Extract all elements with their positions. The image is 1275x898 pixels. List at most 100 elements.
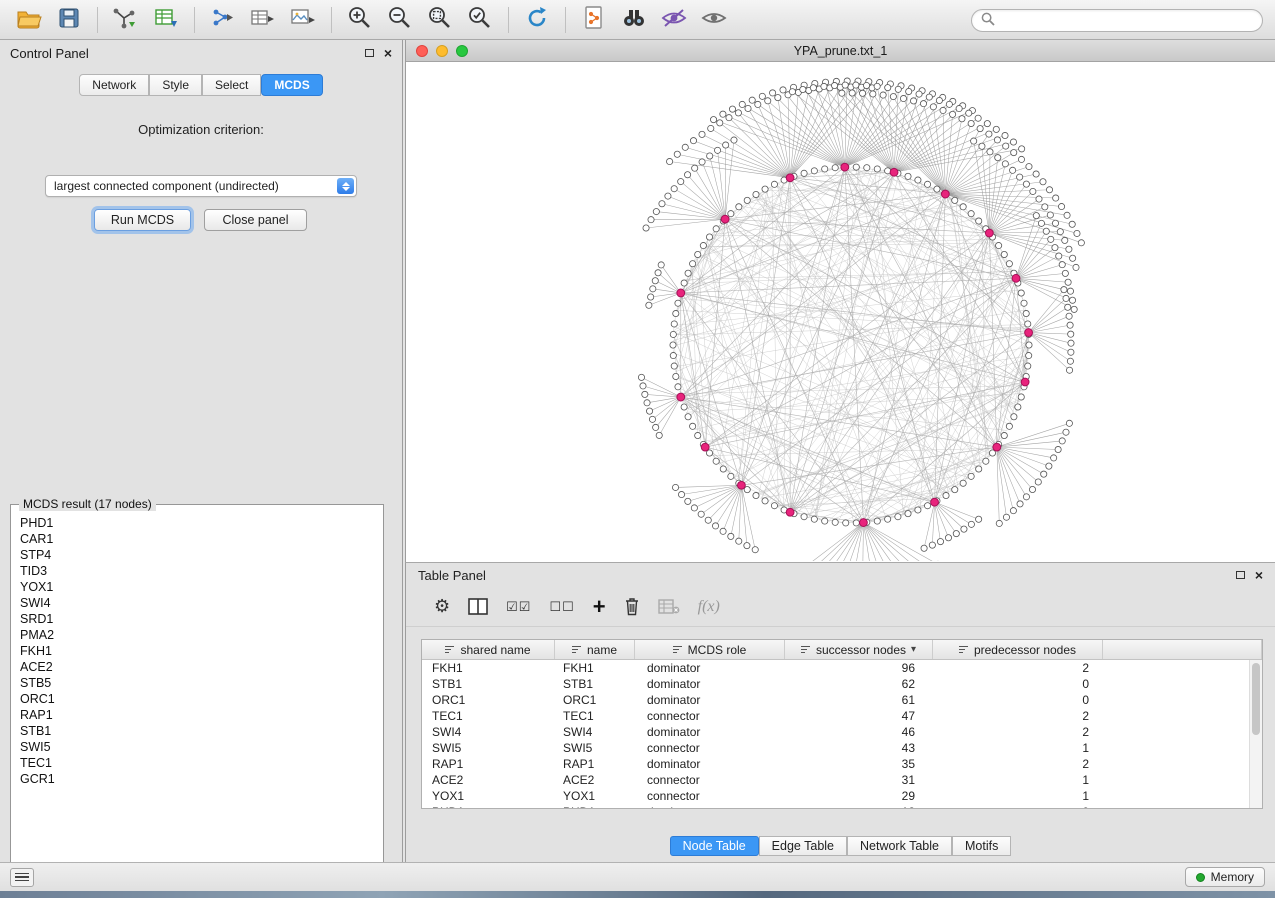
table-row[interactable]: SWI4SWI4dominator462: [422, 724, 1249, 740]
import-table-button[interactable]: [147, 4, 185, 36]
table-cell[interactable]: dominator: [635, 756, 785, 772]
global-search-box[interactable]: [971, 9, 1263, 32]
close-panel-button[interactable]: Close panel: [204, 209, 307, 231]
table-cell[interactable]: 18: [785, 804, 933, 808]
delete-column-trash-icon[interactable]: [624, 597, 640, 616]
mcds-result-item[interactable]: PMA2: [20, 627, 374, 643]
table-cell[interactable]: 47: [785, 708, 933, 724]
float-panel-icon[interactable]: [365, 49, 374, 57]
deselect-all-columns-icon[interactable]: ☐☐: [549, 599, 574, 615]
table-row[interactable]: PHD1PHD1dominator180: [422, 804, 1249, 808]
table-cell[interactable]: connector: [635, 772, 785, 788]
table-cell[interactable]: ACE2: [555, 772, 635, 788]
mcds-result-item[interactable]: RAP1: [20, 707, 374, 723]
share-document-button[interactable]: [575, 4, 613, 36]
table-row[interactable]: YOX1YOX1connector291: [422, 788, 1249, 804]
column-header-predecessor-nodes[interactable]: predecessor nodes: [933, 640, 1103, 659]
table-cell[interactable]: FKH1: [422, 660, 555, 676]
column-header-mcds-role[interactable]: MCDS role: [635, 640, 785, 659]
table-cell[interactable]: RAP1: [422, 756, 555, 772]
table-cell[interactable]: [1103, 676, 1249, 692]
table-cell[interactable]: dominator: [635, 724, 785, 740]
table-cell[interactable]: 35: [785, 756, 933, 772]
table-cell[interactable]: [1103, 772, 1249, 788]
zoom-in-button[interactable]: [341, 4, 379, 36]
table-cell[interactable]: 31: [785, 772, 933, 788]
mcds-result-item[interactable]: STP4: [20, 547, 374, 563]
table-cell[interactable]: 2: [933, 724, 1103, 740]
export-network-button[interactable]: [204, 4, 242, 36]
table-cell[interactable]: 2: [933, 756, 1103, 772]
table-cell[interactable]: TEC1: [422, 708, 555, 724]
tab-node-table[interactable]: Node Table: [670, 836, 759, 856]
tab-select[interactable]: Select: [202, 74, 261, 96]
table-row[interactable]: ORC1ORC1dominator610: [422, 692, 1249, 708]
mcds-result-item[interactable]: ORC1: [20, 691, 374, 707]
table-cell[interactable]: 2: [933, 708, 1103, 724]
save-session-button[interactable]: [50, 4, 88, 36]
table-cell[interactable]: 1: [933, 740, 1103, 756]
table-cell[interactable]: dominator: [635, 804, 785, 808]
table-settings-gear-icon[interactable]: ⚙: [434, 596, 450, 617]
table-cell[interactable]: ACE2: [422, 772, 555, 788]
mcds-result-list[interactable]: PHD1CAR1STP4TID3YOX1SWI4SRD1PMA2FKH1ACE2…: [12, 513, 382, 876]
mcds-result-item[interactable]: YOX1: [20, 579, 374, 595]
tab-mcds[interactable]: MCDS: [261, 74, 322, 96]
zoom-selected-button[interactable]: [461, 4, 499, 36]
table-cell[interactable]: 2: [933, 660, 1103, 676]
table-cell[interactable]: 0: [933, 804, 1103, 808]
table-cell[interactable]: SWI5: [422, 740, 555, 756]
mcds-result-item[interactable]: SWI5: [20, 739, 374, 755]
table-cell[interactable]: [1103, 756, 1249, 772]
mcds-result-item[interactable]: GCR1: [20, 771, 374, 787]
table-cell[interactable]: [1103, 724, 1249, 740]
close-panel-icon[interactable]: ×: [384, 46, 392, 60]
mcds-result-item[interactable]: STB1: [20, 723, 374, 739]
table-cell[interactable]: 61: [785, 692, 933, 708]
table-cell[interactable]: PHD1: [422, 804, 555, 808]
mcds-result-item[interactable]: CAR1: [20, 531, 374, 547]
table-cell[interactable]: 43: [785, 740, 933, 756]
table-cell[interactable]: 1: [933, 772, 1103, 788]
export-table-button[interactable]: [244, 4, 282, 36]
table-cell[interactable]: dominator: [635, 676, 785, 692]
table-cell[interactable]: dominator: [635, 660, 785, 676]
tab-network[interactable]: Network: [79, 74, 149, 96]
close-table-panel-icon[interactable]: ×: [1255, 568, 1263, 582]
mcds-result-item[interactable]: PHD1: [20, 515, 374, 531]
mcds-result-item[interactable]: STB5: [20, 675, 374, 691]
level-of-detail-button[interactable]: [655, 4, 693, 36]
table-cell[interactable]: 29: [785, 788, 933, 804]
apply-layout-button[interactable]: [518, 4, 556, 36]
task-history-button[interactable]: [10, 868, 34, 887]
tab-style[interactable]: Style: [149, 74, 202, 96]
table-cell[interactable]: FKH1: [555, 660, 635, 676]
zoom-out-button[interactable]: [381, 4, 419, 36]
network-window-titlebar[interactable]: YPA_prune.txt_1: [406, 40, 1275, 62]
table-row[interactable]: TEC1TEC1connector472: [422, 708, 1249, 724]
table-cell[interactable]: ORC1: [422, 692, 555, 708]
table-cell[interactable]: SWI4: [555, 724, 635, 740]
export-image-button[interactable]: [284, 4, 322, 36]
mcds-result-item[interactable]: SWI4: [20, 595, 374, 611]
memory-button[interactable]: Memory: [1185, 867, 1265, 887]
table-row[interactable]: RAP1RAP1dominator352: [422, 756, 1249, 772]
add-column-icon[interactable]: +: [593, 594, 606, 620]
table-cell[interactable]: dominator: [635, 692, 785, 708]
float-table-panel-icon[interactable]: [1236, 571, 1245, 579]
table-cell[interactable]: PHD1: [555, 804, 635, 808]
table-cell[interactable]: STB1: [555, 676, 635, 692]
mcds-result-item[interactable]: TEC1: [20, 755, 374, 771]
table-cell[interactable]: STB1: [422, 676, 555, 692]
column-header-name[interactable]: name: [555, 640, 635, 659]
open-file-button[interactable]: [10, 4, 48, 36]
zoom-fit-button[interactable]: [421, 4, 459, 36]
mcds-result-item[interactable]: ACE2: [20, 659, 374, 675]
tab-network-table[interactable]: Network Table: [847, 836, 952, 856]
table-row[interactable]: STB1STB1dominator620: [422, 676, 1249, 692]
table-cell[interactable]: RAP1: [555, 756, 635, 772]
select-all-columns-icon[interactable]: ☑☑: [506, 599, 531, 615]
table-cell[interactable]: connector: [635, 708, 785, 724]
optimization-criterion-select[interactable]: largest connected component (undirected): [45, 175, 357, 197]
node-table-body[interactable]: FKH1FKH1dominator962STB1STB1dominator620…: [422, 660, 1249, 808]
